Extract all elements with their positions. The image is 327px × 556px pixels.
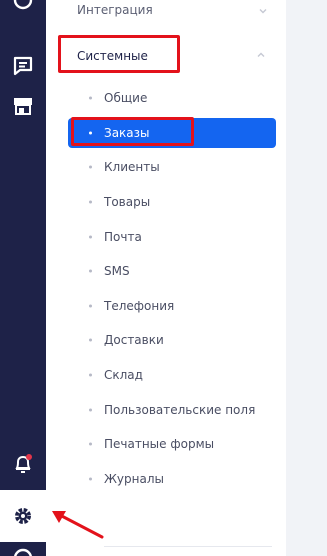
content-area	[286, 0, 327, 556]
bullet-icon	[89, 304, 92, 308]
bullet-icon	[89, 235, 92, 239]
menu-item-logs[interactable]: Журналы	[68, 462, 276, 497]
bullet-icon	[89, 373, 92, 377]
clock-icon[interactable]	[9, 0, 37, 14]
settings-submenu: Общие Заказы Клиенты Товары Почта SMS Те…	[68, 81, 276, 496]
bullet-icon	[89, 442, 92, 446]
bullet-icon	[89, 165, 92, 169]
section-header-system[interactable]: Системные	[58, 36, 284, 74]
notification-dot	[26, 454, 32, 460]
menu-item-warehouse[interactable]: Склад	[68, 358, 276, 393]
menu-item-custom-fields[interactable]: Пользовательские поля	[68, 392, 276, 427]
menu-item-label: Журналы	[104, 471, 164, 486]
menu-item-mail[interactable]: Почта	[68, 219, 276, 254]
menu-item-print-forms[interactable]: Печатные формы	[68, 427, 276, 462]
menu-item-label: Склад	[104, 368, 143, 383]
chevron-up-icon[interactable]	[256, 50, 266, 60]
section-title: Системные	[77, 49, 148, 63]
menu-item-label: Почта	[104, 229, 142, 244]
menu-item-clients[interactable]: Клиенты	[68, 150, 276, 185]
menu-item-sms[interactable]: SMS	[68, 254, 276, 289]
menu-item-orders[interactable]: Заказы	[68, 117, 276, 148]
menu-item-label: Пользовательские поля	[104, 402, 256, 417]
bullet-icon	[89, 269, 92, 273]
menu-item-label: Общие	[104, 91, 148, 106]
bell-icon[interactable]	[9, 450, 37, 478]
menu-item-label: Доставки	[104, 333, 164, 348]
menu-item-label: Заказы	[104, 125, 150, 140]
bullet-icon	[89, 131, 92, 135]
bullet-icon	[89, 96, 92, 100]
bullet-icon	[89, 200, 92, 204]
bullet-icon	[89, 408, 92, 412]
menu-item-telephony[interactable]: Телефония	[68, 289, 276, 324]
chat-icon[interactable]	[9, 52, 37, 80]
menu-item-label: Товары	[104, 195, 151, 210]
partial-icon[interactable]	[9, 544, 37, 556]
bullet-icon	[89, 338, 92, 342]
divider	[104, 546, 272, 547]
chevron-down-icon[interactable]	[258, 6, 268, 16]
menu-item-label: SMS	[104, 264, 130, 279]
menu-item-label: Клиенты	[104, 160, 160, 175]
menu-item-label: Телефония	[104, 298, 175, 313]
bullet-icon	[89, 477, 92, 481]
menu-item-delivery[interactable]: Доставки	[68, 323, 276, 358]
menu-item-products[interactable]: Товары	[68, 185, 276, 220]
menu-item-general[interactable]: Общие	[68, 81, 276, 116]
group-title-integration[interactable]: Интеграция	[77, 2, 153, 18]
annotation-arrow-icon	[52, 511, 104, 539]
menu-item-label: Печатные формы	[104, 437, 215, 452]
gear-icon[interactable]	[9, 502, 37, 530]
left-rail	[0, 0, 46, 556]
store-icon[interactable]	[9, 92, 37, 120]
